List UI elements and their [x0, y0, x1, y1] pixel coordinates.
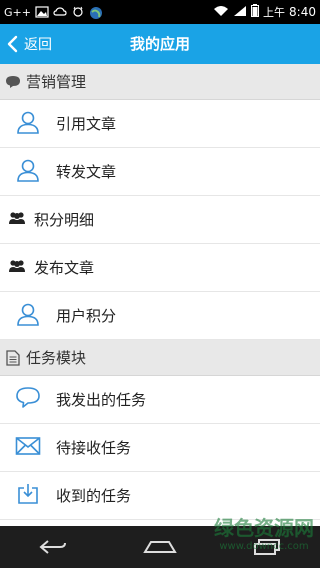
carrier-label: G++ — [4, 5, 31, 19]
user-outline-icon — [15, 301, 41, 331]
home-icon — [143, 541, 177, 553]
battery-icon — [251, 4, 260, 20]
list-item-forward-article[interactable]: 转发文章 — [0, 148, 320, 196]
status-bar: G++ 上午 8:40 — [0, 0, 320, 24]
watermark-url: www.downcc.com — [219, 541, 309, 552]
list-item-publish-article[interactable]: 发布文章 — [0, 244, 320, 292]
status-right: 上午 8:40 — [213, 4, 316, 20]
watermark: 绿色资源网 www.downcc.com — [214, 512, 314, 552]
list-item-user-points[interactable]: 用户积分 — [0, 292, 320, 340]
back-button[interactable]: 返回 — [6, 24, 52, 64]
wifi-icon — [213, 5, 229, 20]
list-item-label: 我发出的任务 — [56, 391, 147, 409]
nav-back-button[interactable] — [33, 535, 73, 559]
list-item-pending-tasks[interactable]: 待接收任务 — [0, 424, 320, 472]
chat-bubble-icon — [15, 386, 41, 414]
list-item-label: 积分明细 — [34, 211, 95, 229]
globe-icon — [89, 6, 103, 19]
watermark-text: 绿色资源网 — [214, 516, 314, 540]
list-item-label: 转发文章 — [56, 163, 117, 181]
document-icon — [4, 349, 22, 366]
list-item-label: 发布文章 — [34, 259, 95, 277]
back-arrow-icon — [39, 540, 67, 554]
chevron-left-icon — [7, 35, 18, 53]
clock: 8:40 — [289, 5, 316, 19]
list-item-cite-article[interactable]: 引用文章 — [0, 100, 320, 148]
group-icon — [8, 259, 26, 277]
user-outline-icon — [15, 109, 41, 139]
nav-home-button[interactable] — [140, 535, 180, 559]
section-title: 任务模块 — [26, 349, 87, 367]
cat-icon — [71, 6, 85, 18]
list-item-label: 待接收任务 — [56, 439, 132, 457]
group-icon — [8, 211, 26, 229]
status-left: G++ — [4, 6, 103, 19]
app-list: 营销管理 引用文章 转发文章 积分明细 发布文章 用户积分 任务模块 我发出的任… — [0, 64, 320, 526]
list-item-label: 收到的任务 — [56, 487, 132, 505]
envelope-icon — [15, 436, 41, 460]
weather-icon — [53, 6, 67, 18]
time-prefix: 上午 — [263, 6, 286, 19]
list-item-points-detail[interactable]: 积分明细 — [0, 196, 320, 244]
speech-bubble-icon — [4, 74, 22, 90]
signal-icon — [233, 5, 247, 20]
download-box-icon — [16, 482, 40, 510]
list-item-label: 用户积分 — [56, 307, 117, 325]
back-label: 返回 — [24, 37, 52, 53]
screen: G++ 上午 8:40 我的应用 返回 营销管理 引用文章 转发文章 积分明细 … — [0, 0, 320, 568]
section-header-marketing: 营销管理 — [0, 64, 320, 100]
image-icon — [35, 6, 49, 18]
section-title: 营销管理 — [26, 73, 87, 91]
user-outline-icon — [15, 157, 41, 187]
app-bar: 我的应用 返回 — [0, 24, 320, 64]
list-item-label: 引用文章 — [56, 115, 117, 133]
list-item-sent-tasks[interactable]: 我发出的任务 — [0, 376, 320, 424]
section-header-tasks: 任务模块 — [0, 340, 320, 376]
